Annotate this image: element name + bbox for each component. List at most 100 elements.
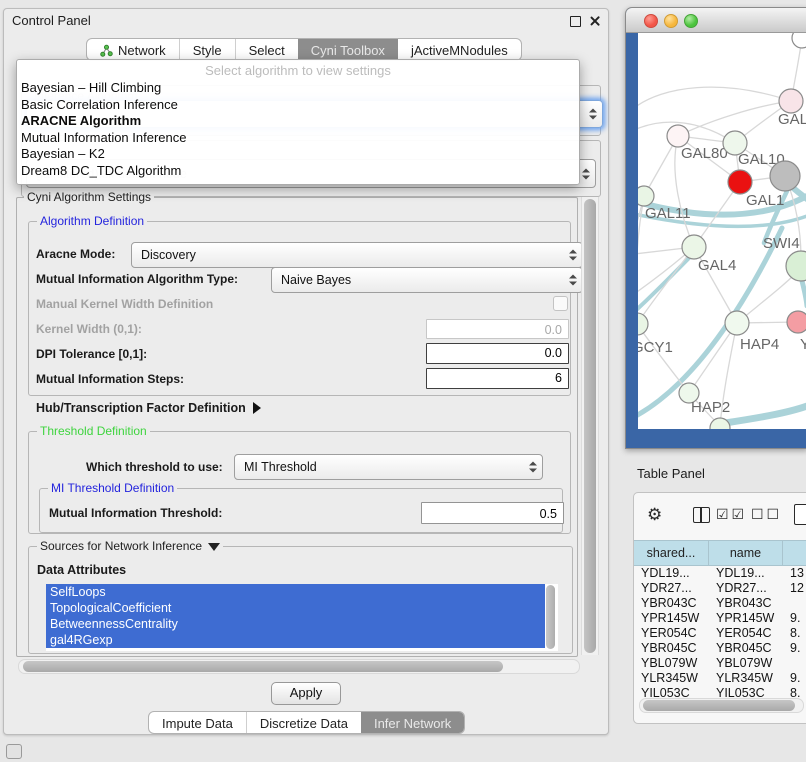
scrollbar-thumb[interactable]: [643, 700, 795, 711]
algorithm-option[interactable]: Mutual Information Inference: [21, 130, 186, 145]
network-edge[interactable]: [638, 252, 695, 312]
table-row[interactable]: YPR145WYPR145W9.: [634, 611, 806, 626]
tab-discretize-data[interactable]: Discretize Data: [246, 712, 361, 733]
network-node-gal1[interactable]: [728, 170, 752, 194]
algorithm-option[interactable]: ARACNE Algorithm: [21, 113, 141, 128]
network-node-label: GAL4: [698, 257, 736, 274]
table-cell: YBR045C: [634, 641, 709, 656]
table-column-header[interactable]: name: [709, 541, 783, 565]
tab-network[interactable]: Network: [87, 39, 179, 60]
algorithm-option[interactable]: Dream8 DC_TDC Algorithm: [21, 163, 181, 178]
sources-title[interactable]: Sources for Network Inference: [37, 539, 223, 553]
table-row[interactable]: YER054CYER054C8.: [634, 626, 806, 641]
deselect-all-icon[interactable]: ☐☐: [751, 506, 782, 523]
which-threshold-combo[interactable]: MI Threshold: [234, 454, 543, 480]
table-row[interactable]: YLR345WYLR345W9.: [634, 671, 806, 686]
data-attribute-item[interactable]: SelfLoops: [46, 584, 545, 600]
algorithm-option[interactable]: Bayesian – Hill Climbing: [21, 80, 161, 95]
apply-button[interactable]: Apply: [271, 682, 341, 705]
network-node-y[interactable]: [787, 311, 806, 333]
tab-label: Style: [193, 43, 222, 58]
tab-impute-data[interactable]: Impute Data: [149, 712, 246, 733]
table-cell: YER054C: [634, 626, 709, 641]
table-header-row: shared...name: [634, 540, 806, 566]
mi-threshold-field[interactable]: 0.5: [421, 502, 564, 524]
gear-icon[interactable]: ⚙: [647, 506, 662, 523]
data-attribute-item[interactable]: BetweennessCentrality: [46, 616, 545, 632]
tab-jactivemnodules[interactable]: jActiveMNodules: [398, 39, 521, 60]
close-traffic-light-icon[interactable]: [644, 14, 658, 28]
network-node-label: HAP4: [740, 336, 779, 353]
hub-definition-toggle[interactable]: Hub/Transcription Factor Definition: [36, 401, 261, 415]
dpi-tolerance-field[interactable]: 0.0: [426, 343, 569, 364]
table-cell: YDR27...: [709, 581, 783, 596]
settings-horizontal-scrollbar[interactable]: [18, 659, 580, 674]
network-node-hap4[interactable]: [725, 311, 749, 335]
table-cell: YBL079W: [709, 656, 783, 671]
network-node-label: HAP2: [691, 399, 730, 416]
table-body: YDL19...YDL19...13YDR27...YDR27...12YBR0…: [634, 566, 806, 701]
network-node[interactable]: [792, 33, 806, 48]
network-window-titlebar[interactable]: [626, 8, 806, 33]
network-node-swi4[interactable]: [786, 251, 806, 281]
tab-select[interactable]: Select: [235, 39, 298, 60]
aracne-mode-combo[interactable]: Discovery: [131, 242, 583, 268]
settings-vertical-scrollbar[interactable]: [581, 197, 599, 655]
network-node-gcy1[interactable]: [638, 313, 648, 335]
export-table-icon[interactable]: [794, 504, 806, 525]
sources-title-text: Sources for Network Inference: [40, 539, 202, 553]
table-row[interactable]: YBL079WYBL079W: [634, 656, 806, 671]
mi-algorithm-type-combo[interactable]: Naive Bayes: [271, 267, 583, 293]
table-row[interactable]: YBR045CYBR045C9.: [634, 641, 806, 656]
table-cell: YER054C: [709, 626, 783, 641]
table-horizontal-scrollbar[interactable]: [639, 698, 804, 713]
algorithm-option[interactable]: Bayesian – K2: [21, 146, 105, 161]
zoom-traffic-light-icon[interactable]: [684, 14, 698, 28]
data-attribute-item[interactable]: gal4RGexp: [46, 632, 545, 648]
table-row[interactable]: YDR27...YDR27...12: [634, 581, 806, 596]
network-node-gal80[interactable]: [667, 125, 689, 147]
minimize-traffic-light-icon[interactable]: [664, 14, 678, 28]
tab-cyni-toolbox[interactable]: Cyni Toolbox: [298, 39, 398, 60]
columns-icon[interactable]: [693, 507, 710, 523]
network-edge[interactable]: [725, 406, 806, 423]
network-node-gal[interactable]: [779, 89, 803, 113]
algorithm-option[interactable]: Basic Correlation Inference: [21, 97, 178, 112]
data-attributes-list[interactable]: SelfLoopsTopologicalCoefficientBetweenne…: [46, 584, 558, 651]
manual-kernel-label: Manual Kernel Width Definition: [36, 297, 213, 311]
control-panel-window: Control Panel NetworkStyleSelectCyni Too…: [3, 8, 609, 735]
close-icon[interactable]: [589, 15, 600, 26]
table-column-header[interactable]: shared...: [634, 541, 709, 565]
network-node[interactable]: [770, 161, 800, 191]
table-cell: YDL19...: [709, 566, 783, 581]
tab-style[interactable]: Style: [179, 39, 235, 60]
network-node-gal4[interactable]: [682, 235, 706, 259]
manual-kernel-checkbox[interactable]: [553, 296, 568, 311]
data-attribute-item[interactable]: TopologicalCoefficient: [46, 600, 545, 616]
table-column-header[interactable]: [783, 541, 806, 565]
kernel-width-field[interactable]: 0.0: [426, 319, 569, 339]
table-cell: YLR345W: [634, 671, 709, 686]
table-row[interactable]: YDL19...YDL19...13: [634, 566, 806, 581]
tab-infer-network[interactable]: Infer Network: [361, 712, 464, 733]
which-threshold-label: Which threshold to use:: [86, 460, 223, 474]
mi-steps-field[interactable]: 6: [426, 368, 569, 389]
table-cell: YBR043C: [709, 596, 783, 611]
spinner-arrows-icon: [569, 274, 577, 287]
network-node-gal11[interactable]: [638, 186, 654, 206]
table-cell: YBL079W: [634, 656, 709, 671]
select-all-icon[interactable]: ☑☑: [716, 506, 747, 523]
network-view-window: GALGAL80GAL10GAL1SWI4GAL11GAL4HAP4YGCY1H…: [625, 7, 806, 449]
table-cell: 8.: [783, 626, 806, 641]
scrollbar-thumb[interactable]: [23, 661, 503, 672]
maximize-icon[interactable]: [570, 16, 581, 27]
table-row[interactable]: YBR043CYBR043C: [634, 596, 806, 611]
network-canvas[interactable]: GALGAL80GAL10GAL1SWI4GAL11GAL4HAP4YGCY1H…: [638, 33, 806, 429]
network-edge[interactable]: [638, 324, 689, 393]
scrollbar-thumb[interactable]: [584, 199, 596, 653]
list-scrollbar[interactable]: [546, 585, 555, 649]
threshold-definition-title: Threshold Definition: [37, 424, 150, 438]
minimized-panel-icon[interactable]: [6, 744, 22, 759]
hub-definition-label: Hub/Transcription Factor Definition: [36, 401, 246, 415]
network-node-label: Y: [800, 336, 806, 353]
